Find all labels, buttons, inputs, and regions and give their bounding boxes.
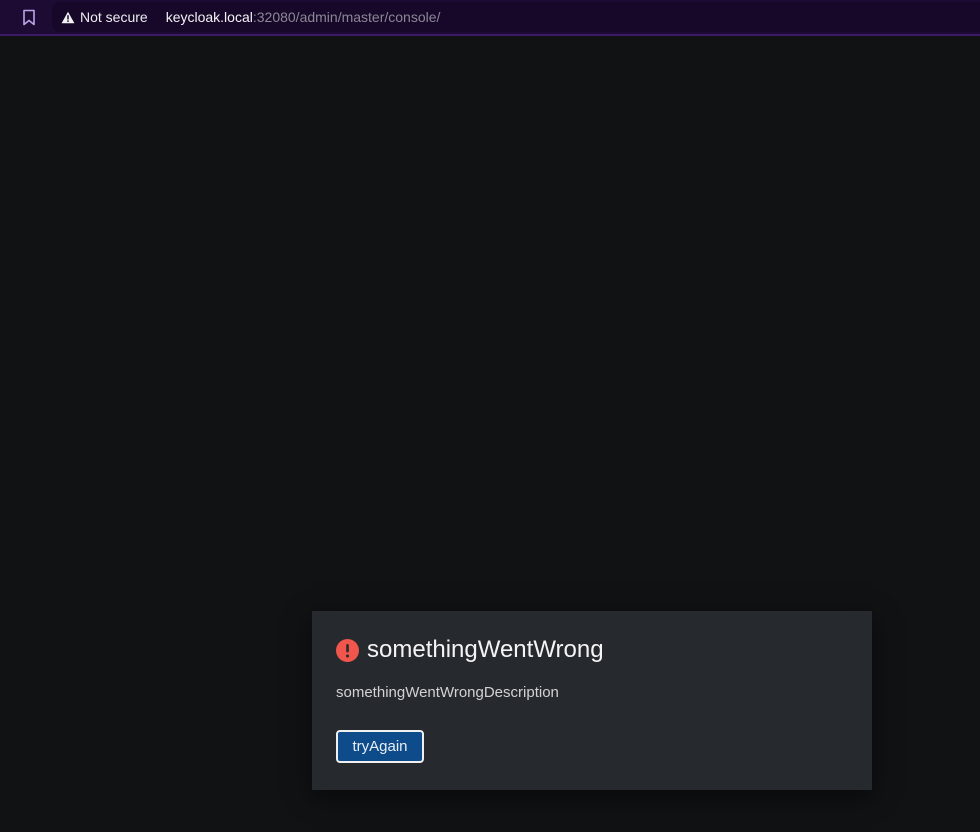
try-again-button[interactable]: tryAgain — [336, 730, 424, 763]
url-host: keycloak.local — [165, 9, 253, 25]
alert-title: somethingWentWrong — [367, 636, 604, 663]
bookmark-icon — [22, 9, 36, 26]
url-path: :32080/admin/master/console/ — [252, 9, 441, 25]
site-security-indicator[interactable]: Not secure — [52, 2, 148, 32]
alert-header: somethingWentWrong — [336, 635, 604, 665]
exclamation-circle-icon — [336, 638, 359, 662]
url-text[interactable]: keycloak.local:32080/admin/master/consol… — [166, 9, 441, 25]
browser-toolbar: Not secure keycloak.local:32080/admin/ma… — [0, 0, 980, 36]
bookmark-button[interactable] — [12, 2, 46, 32]
error-alert: somethingWentWrong somethingWentWrongDes… — [312, 611, 872, 790]
address-bar[interactable]: Not secure keycloak.local:32080/admin/ma… — [52, 2, 980, 32]
alert-description: somethingWentWrongDescription — [336, 684, 559, 701]
security-label: Not secure — [80, 9, 148, 25]
warning-triangle-icon — [61, 11, 75, 24]
